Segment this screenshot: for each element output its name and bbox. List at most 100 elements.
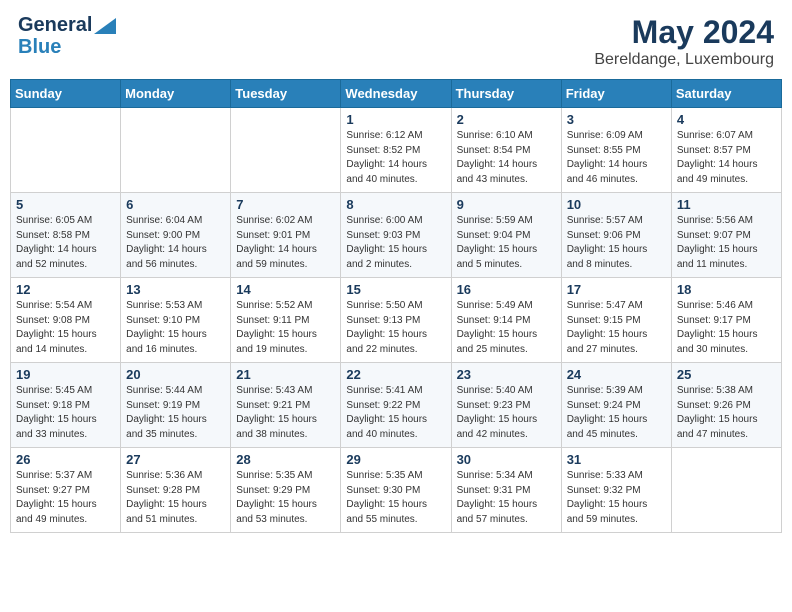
day-info: Sunrise: 5:36 AMSunset: 9:28 PMDaylight:… (126, 469, 225, 527)
day-info: Sunrise: 6:05 AMSunset: 8:58 PMDaylight:… (16, 214, 115, 272)
day-number: 12 (16, 282, 115, 297)
day-number: 28 (236, 452, 335, 467)
day-number: 22 (346, 367, 445, 382)
day-info: Sunrise: 5:52 AMSunset: 9:11 PMDaylight:… (236, 299, 335, 357)
day-number: 10 (567, 197, 666, 212)
weekday-header-monday: Monday (121, 80, 231, 108)
day-cell-7: 7 Sunrise: 6:02 AMSunset: 9:01 PMDaylight… (231, 193, 341, 278)
day-info: Sunrise: 5:34 AMSunset: 9:31 PMDaylight:… (457, 469, 556, 527)
empty-cell (231, 108, 341, 193)
day-cell-24: 24 Sunrise: 5:39 AMSunset: 9:24 PMDayligh… (561, 363, 671, 448)
day-number: 24 (567, 367, 666, 382)
day-cell-1: 1 Sunrise: 6:12 AMSunset: 8:52 PMDaylight… (341, 108, 451, 193)
logo-blue: Blue (18, 36, 61, 58)
day-number: 18 (677, 282, 776, 297)
day-cell-9: 9Sunrise: 5:59 AMSunset: 9:04 PMDaylight… (451, 193, 561, 278)
week-row-4: 19Sunrise: 5:45 AMSunset: 9:18 PMDayligh… (11, 363, 782, 448)
calendar-table: SundayMondayTuesdayWednesdayThursdayFrid… (10, 79, 782, 533)
day-cell-26: 26 Sunrise: 5:37 AMSunset: 9:27 PMDayligh… (11, 448, 121, 533)
day-cell-22: 22 Sunrise: 5:41 AMSunset: 9:22 PMDayligh… (341, 363, 451, 448)
day-cell-6: 6 Sunrise: 6:04 AMSunset: 9:00 PMDaylight… (121, 193, 231, 278)
day-number: 2 (457, 112, 556, 127)
week-row-2: 5Sunrise: 6:05 AMSunset: 8:58 PMDaylight… (11, 193, 782, 278)
day-number: 7 (236, 197, 335, 212)
day-info: Sunrise: 6:02 AMSunset: 9:01 PMDaylight:… (236, 214, 335, 272)
day-number: 17 (567, 282, 666, 297)
day-cell-5: 5Sunrise: 6:05 AMSunset: 8:58 PMDaylight… (11, 193, 121, 278)
day-info: Sunrise: 5:45 AMSunset: 9:18 PMDaylight:… (16, 384, 115, 442)
day-cell-4: 4Sunrise: 6:07 AMSunset: 8:57 PMDaylight… (671, 108, 781, 193)
day-cell-14: 14 Sunrise: 5:52 AMSunset: 9:11 PMDayligh… (231, 278, 341, 363)
day-number: 14 (236, 282, 335, 297)
day-info: Sunrise: 5:47 AMSunset: 9:15 PMDaylight:… (567, 299, 666, 357)
day-number: 11 (677, 197, 776, 212)
day-cell-10: 10Sunrise: 5:57 AMSunset: 9:06 PMDayligh… (561, 193, 671, 278)
day-cell-3: 3Sunrise: 6:09 AMSunset: 8:55 PMDaylight… (561, 108, 671, 193)
day-number: 31 (567, 452, 666, 467)
empty-cell (671, 448, 781, 533)
day-info: Sunrise: 6:10 AMSunset: 8:54 PMDaylight:… (457, 129, 556, 187)
day-cell-20: 20 Sunrise: 5:44 AMSunset: 9:19 PMDayligh… (121, 363, 231, 448)
day-cell-25: 25Sunrise: 5:38 AMSunset: 9:26 PMDayligh… (671, 363, 781, 448)
day-number: 9 (457, 197, 556, 212)
day-number: 23 (457, 367, 556, 382)
day-info: Sunrise: 5:44 AMSunset: 9:19 PMDaylight:… (126, 384, 225, 442)
day-cell-21: 21 Sunrise: 5:43 AMSunset: 9:21 PMDayligh… (231, 363, 341, 448)
day-cell-15: 15Sunrise: 5:50 AMSunset: 9:13 PMDayligh… (341, 278, 451, 363)
day-number: 13 (126, 282, 225, 297)
day-number: 1 (346, 112, 445, 127)
day-cell-16: 16 Sunrise: 5:49 AMSunset: 9:14 PMDayligh… (451, 278, 561, 363)
weekday-header-sunday: Sunday (11, 80, 121, 108)
day-number: 16 (457, 282, 556, 297)
day-number: 20 (126, 367, 225, 382)
day-info: Sunrise: 6:04 AMSunset: 9:00 PMDaylight:… (126, 214, 225, 272)
day-cell-11: 11Sunrise: 5:56 AMSunset: 9:07 PMDayligh… (671, 193, 781, 278)
day-info: Sunrise: 5:38 AMSunset: 9:26 PMDaylight:… (677, 384, 776, 442)
day-cell-31: 31 Sunrise: 5:33 AMSunset: 9:32 PMDayligh… (561, 448, 671, 533)
day-cell-29: 29 Sunrise: 5:35 AMSunset: 9:30 PMDayligh… (341, 448, 451, 533)
logo: General Blue (18, 14, 116, 58)
day-cell-23: 23Sunrise: 5:40 AMSunset: 9:23 PMDayligh… (451, 363, 561, 448)
day-info: Sunrise: 5:54 AMSunset: 9:08 PMDaylight:… (16, 299, 115, 357)
day-cell-2: 2 Sunrise: 6:10 AMSunset: 8:54 PMDaylight… (451, 108, 561, 193)
weekday-header-saturday: Saturday (671, 80, 781, 108)
day-number: 3 (567, 112, 666, 127)
day-cell-12: 12 Sunrise: 5:54 AMSunset: 9:08 PMDayligh… (11, 278, 121, 363)
day-info: Sunrise: 5:37 AMSunset: 9:27 PMDaylight:… (16, 469, 115, 527)
day-cell-30: 30 Sunrise: 5:34 AMSunset: 9:31 PMDayligh… (451, 448, 561, 533)
day-number: 29 (346, 452, 445, 467)
empty-cell (121, 108, 231, 193)
day-info: Sunrise: 6:07 AMSunset: 8:57 PMDaylight:… (677, 129, 776, 187)
day-info: Sunrise: 6:00 AMSunset: 9:03 PMDaylight:… (346, 214, 445, 272)
day-number: 6 (126, 197, 225, 212)
day-info: Sunrise: 5:43 AMSunset: 9:21 PMDaylight:… (236, 384, 335, 442)
day-cell-17: 17 Sunrise: 5:47 AMSunset: 9:15 PMDayligh… (561, 278, 671, 363)
day-info: Sunrise: 6:12 AMSunset: 8:52 PMDaylight:… (346, 129, 445, 187)
day-number: 15 (346, 282, 445, 297)
day-number: 27 (126, 452, 225, 467)
week-row-5: 26 Sunrise: 5:37 AMSunset: 9:27 PMDayligh… (11, 448, 782, 533)
week-row-1: 1 Sunrise: 6:12 AMSunset: 8:52 PMDaylight… (11, 108, 782, 193)
weekday-header-wednesday: Wednesday (341, 80, 451, 108)
day-cell-19: 19Sunrise: 5:45 AMSunset: 9:18 PMDayligh… (11, 363, 121, 448)
week-row-3: 12 Sunrise: 5:54 AMSunset: 9:08 PMDayligh… (11, 278, 782, 363)
day-info: Sunrise: 5:46 AMSunset: 9:17 PMDaylight:… (677, 299, 776, 357)
page-header: General Blue May 2024 Bereldange, Luxemb… (10, 10, 782, 73)
day-cell-27: 27 Sunrise: 5:36 AMSunset: 9:28 PMDayligh… (121, 448, 231, 533)
day-cell-13: 13 Sunrise: 5:53 AMSunset: 9:10 PMDayligh… (121, 278, 231, 363)
logo-general: General (18, 14, 92, 36)
day-info: Sunrise: 5:39 AMSunset: 9:24 PMDaylight:… (567, 384, 666, 442)
day-info: Sunrise: 5:35 AMSunset: 9:30 PMDaylight:… (346, 469, 445, 527)
day-cell-28: 28 Sunrise: 5:35 AMSunset: 9:29 PMDayligh… (231, 448, 341, 533)
day-info: Sunrise: 5:35 AMSunset: 9:29 PMDaylight:… (236, 469, 335, 527)
day-info: Sunrise: 5:41 AMSunset: 9:22 PMDaylight:… (346, 384, 445, 442)
day-number: 8 (346, 197, 445, 212)
day-number: 21 (236, 367, 335, 382)
day-number: 26 (16, 452, 115, 467)
day-info: Sunrise: 5:49 AMSunset: 9:14 PMDaylight:… (457, 299, 556, 357)
weekday-header-friday: Friday (561, 80, 671, 108)
day-info: Sunrise: 5:33 AMSunset: 9:32 PMDaylight:… (567, 469, 666, 527)
day-number: 30 (457, 452, 556, 467)
day-info: Sunrise: 5:53 AMSunset: 9:10 PMDaylight:… (126, 299, 225, 357)
empty-cell (11, 108, 121, 193)
